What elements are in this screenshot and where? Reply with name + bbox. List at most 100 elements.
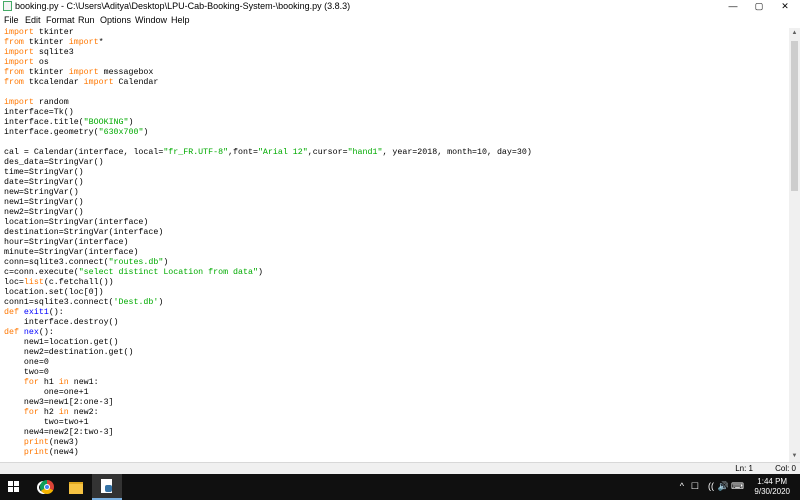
code-line[interactable]: interface.destroy() bbox=[4, 318, 789, 328]
code-line[interactable] bbox=[4, 88, 789, 98]
code-line[interactable]: one=one+1 bbox=[4, 388, 789, 398]
tray-battery-icon[interactable]: ☐ bbox=[691, 481, 699, 492]
code-line[interactable]: print(new4) bbox=[4, 448, 789, 458]
menu-format[interactable]: Format bbox=[46, 15, 75, 25]
code-line[interactable]: new1=location.get() bbox=[4, 338, 789, 348]
maximize-button[interactable]: ▢ bbox=[746, 0, 772, 13]
code-token: (): bbox=[48, 308, 64, 317]
notification-icon[interactable] bbox=[792, 474, 800, 500]
code-line[interactable]: two=two+1 bbox=[4, 418, 789, 428]
code-token: cal = Calendar(interface, local= bbox=[4, 148, 164, 157]
code-line[interactable]: one=0 bbox=[4, 358, 789, 368]
code-line[interactable]: from tkinter import* bbox=[4, 38, 789, 48]
code-token: new3=new1[2:one-3] bbox=[4, 398, 114, 407]
code-token-kw: def bbox=[4, 308, 19, 317]
start-button[interactable] bbox=[0, 474, 28, 500]
code-token-str: "select distinct Location from data" bbox=[78, 268, 258, 277]
menu-file[interactable]: File bbox=[4, 15, 19, 25]
code-line[interactable]: conn=sqlite3.connect("routes.db") bbox=[4, 258, 789, 268]
code-line[interactable]: loc=list(c.fetchall()) bbox=[4, 278, 789, 288]
code-line[interactable]: destination=StringVar(interface) bbox=[4, 228, 789, 238]
code-line[interactable]: print(new3) bbox=[4, 438, 789, 448]
folder-icon bbox=[69, 482, 83, 494]
code-token: ) bbox=[143, 128, 149, 137]
close-button[interactable]: ✕ bbox=[772, 0, 798, 13]
code-line[interactable]: location.set(loc[0]) bbox=[4, 288, 789, 298]
code-token: des_data=StringVar() bbox=[4, 158, 104, 167]
code-line[interactable]: new=StringVar() bbox=[4, 188, 789, 198]
code-token-kw: import bbox=[4, 48, 34, 57]
code-token-kw: from bbox=[4, 38, 24, 47]
code-line[interactable]: import sqlite3 bbox=[4, 48, 789, 58]
code-token: minute=StringVar(interface) bbox=[4, 248, 139, 257]
code-line[interactable] bbox=[4, 138, 789, 148]
code-line[interactable]: des_data=StringVar() bbox=[4, 158, 789, 168]
menu-options[interactable]: Options bbox=[100, 15, 131, 25]
scrollbar-thumb[interactable] bbox=[791, 41, 798, 191]
code-line[interactable]: hour=StringVar(interface) bbox=[4, 238, 789, 248]
menu-bar: File Edit Format Run Options Window Help bbox=[0, 14, 800, 28]
code-line[interactable]: from tkcalendar import Calendar bbox=[4, 78, 789, 88]
code-line[interactable]: import tkinter bbox=[4, 28, 789, 38]
code-line[interactable]: new2=StringVar() bbox=[4, 208, 789, 218]
code-token: location.set(loc[0]) bbox=[4, 288, 104, 297]
code-line[interactable]: new1=StringVar() bbox=[4, 198, 789, 208]
code-line[interactable]: interface.title("BOOKING") bbox=[4, 118, 789, 128]
code-token-kw: print bbox=[23, 438, 49, 447]
idle-taskbar-button[interactable] bbox=[92, 474, 122, 500]
code-line[interactable]: minute=StringVar(interface) bbox=[4, 248, 789, 258]
code-line[interactable]: two=0 bbox=[4, 368, 789, 378]
code-token: interface.title( bbox=[4, 118, 84, 127]
code-token-fn: nex bbox=[23, 328, 39, 337]
code-line[interactable]: for h2 in new2: bbox=[4, 408, 789, 418]
code-token-kw: for bbox=[23, 408, 39, 417]
tray-keyboard-icon[interactable]: ⌨ bbox=[731, 481, 744, 492]
code-line[interactable]: new3=new1[2:one-3] bbox=[4, 398, 789, 408]
code-line[interactable]: date=StringVar() bbox=[4, 178, 789, 188]
tray-wifi-icon[interactable]: (( bbox=[708, 481, 714, 491]
menu-help[interactable]: Help bbox=[171, 15, 190, 25]
code-token: (new4) bbox=[48, 448, 79, 457]
chrome-taskbar-button[interactable] bbox=[32, 474, 62, 500]
code-line[interactable]: import random bbox=[4, 98, 789, 108]
code-line[interactable]: def exit1(): bbox=[4, 308, 789, 318]
code-line[interactable]: for h1 in new1: bbox=[4, 378, 789, 388]
code-token-kw: list bbox=[23, 278, 44, 287]
code-line[interactable]: new4=new2[2:two-3] bbox=[4, 428, 789, 438]
scroll-up-icon[interactable]: ▲ bbox=[789, 28, 800, 39]
scroll-down-icon[interactable]: ▼ bbox=[789, 451, 800, 462]
minimize-button[interactable]: — bbox=[720, 0, 746, 13]
code-token: two=two+1 bbox=[4, 418, 89, 427]
vertical-scrollbar[interactable]: ▲ ▼ bbox=[789, 28, 800, 462]
clock-date: 9/30/2020 bbox=[754, 487, 790, 496]
code-line[interactable]: import os bbox=[4, 58, 789, 68]
code-token-kw: import bbox=[4, 98, 34, 107]
clock[interactable]: 1:44 PM 9/30/2020 bbox=[754, 477, 790, 497]
code-line[interactable]: interface.geometry("630x700") bbox=[4, 128, 789, 138]
menu-run[interactable]: Run bbox=[78, 15, 95, 25]
code-line[interactable]: time=StringVar() bbox=[4, 168, 789, 178]
code-text[interactable]: import tkinter from tkinter import* import… bbox=[0, 28, 789, 458]
tray-chevron-icon[interactable]: ^ bbox=[680, 481, 684, 491]
code-line[interactable]: cal = Calendar(interface, local="fr_FR.U… bbox=[4, 148, 789, 158]
tray-volume-icon[interactable]: 🔊 bbox=[718, 481, 729, 492]
menu-edit[interactable]: Edit bbox=[25, 15, 41, 25]
code-line[interactable]: location=StringVar(interface) bbox=[4, 218, 789, 228]
code-line[interactable]: from tkinter import messagebox bbox=[4, 68, 789, 78]
chrome-icon bbox=[40, 480, 54, 494]
code-token: conn1=sqlite3.connect( bbox=[4, 298, 114, 307]
file-explorer-taskbar-button[interactable] bbox=[61, 474, 91, 500]
code-token: ) bbox=[257, 268, 263, 277]
code-token-str: "BOOKING" bbox=[83, 118, 129, 127]
code-line[interactable]: new2=destination.get() bbox=[4, 348, 789, 358]
code-line[interactable]: conn1=sqlite3.connect('Dest.db') bbox=[4, 298, 789, 308]
code-token: h1 bbox=[38, 378, 59, 387]
code-editor[interactable]: import tkinter from tkinter import* import… bbox=[0, 28, 789, 462]
code-line[interactable]: interface=Tk() bbox=[4, 108, 789, 118]
code-line[interactable]: def nex(): bbox=[4, 328, 789, 338]
menu-window[interactable]: Window bbox=[135, 15, 167, 25]
code-line[interactable]: c=conn.execute("select distinct Location… bbox=[4, 268, 789, 278]
code-token: sqlite3 bbox=[33, 48, 74, 57]
